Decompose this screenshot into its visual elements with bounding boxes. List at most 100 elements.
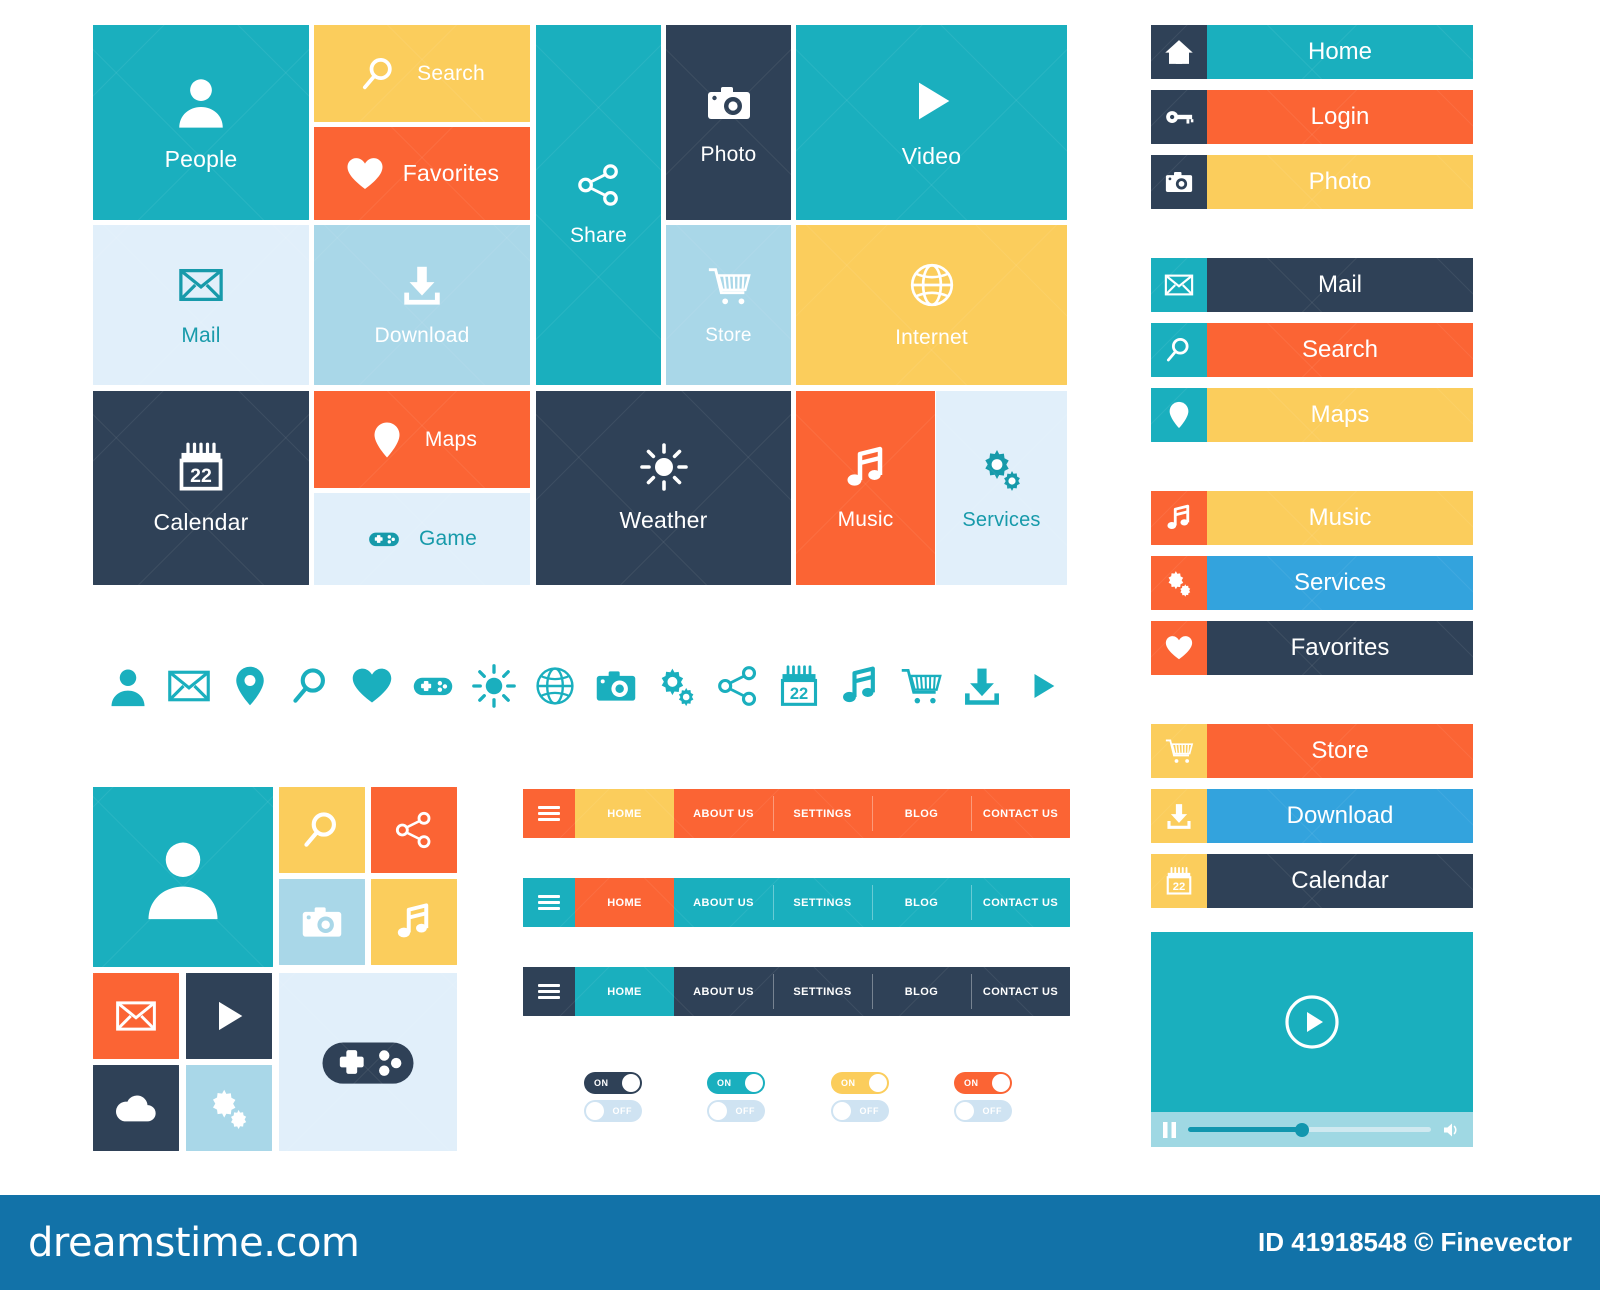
toggle-on[interactable]: ON — [707, 1072, 765, 1094]
video-screen[interactable] — [1151, 932, 1473, 1112]
sidebar-button-home[interactable]: Home — [1151, 25, 1473, 79]
nav-item-blog[interactable]: BLOG — [872, 967, 971, 1016]
sidebar-button-music[interactable]: Music — [1151, 491, 1473, 545]
sidebar-button-body: Login — [1207, 90, 1473, 144]
collage-tile-gamepad[interactable] — [279, 973, 457, 1151]
collage-tile-person[interactable] — [93, 787, 273, 967]
hamburger-menu-icon[interactable] — [523, 789, 575, 838]
tile-weather[interactable]: Weather — [536, 391, 791, 585]
pin-icon[interactable] — [217, 653, 282, 719]
collage-tile-play[interactable] — [186, 973, 272, 1059]
nav-item-about-us[interactable]: ABOUT US — [674, 878, 773, 927]
tile-internet[interactable]: Internet — [796, 225, 1067, 385]
collage-tile-cloud[interactable] — [93, 1065, 179, 1151]
tile-download[interactable]: Download — [314, 225, 530, 385]
sidebar-button-calendar[interactable]: 22 Calendar — [1151, 854, 1473, 908]
toggle-knob[interactable] — [622, 1074, 640, 1092]
cart-icon[interactable] — [888, 653, 953, 719]
toggle-off[interactable]: OFF — [954, 1100, 1012, 1122]
nav-item-blog[interactable]: BLOG — [872, 789, 971, 838]
video-controls[interactable] — [1151, 1112, 1473, 1147]
globe-icon[interactable] — [522, 653, 587, 719]
tile-music[interactable]: Music — [796, 391, 935, 585]
mail-icon[interactable] — [156, 653, 221, 719]
sun-icon[interactable] — [461, 653, 526, 719]
toggle-off[interactable]: OFF — [584, 1100, 642, 1122]
sidebar-button-store[interactable]: Store — [1151, 724, 1473, 778]
tile-people[interactable]: People — [93, 25, 309, 220]
video-player[interactable] — [1151, 932, 1473, 1147]
nav-item-contact-us[interactable]: CONTACT US — [971, 967, 1070, 1016]
tile-favorites[interactable]: Favorites — [314, 127, 530, 220]
search-icon[interactable] — [278, 653, 343, 719]
sidebar-button-download[interactable]: Download — [1151, 789, 1473, 843]
collage-tile-search[interactable] — [279, 787, 365, 873]
toggle-on[interactable]: ON — [831, 1072, 889, 1094]
camera-icon — [1151, 155, 1207, 209]
play-icon[interactable] — [1010, 653, 1075, 719]
hamburger-menu-icon[interactable] — [523, 967, 575, 1016]
nav-item-contact-us[interactable]: CONTACT US — [971, 878, 1070, 927]
mail-icon — [115, 995, 157, 1037]
sidebar-button-login[interactable]: Login — [1151, 90, 1473, 144]
share-icon[interactable] — [705, 653, 770, 719]
nav-item-settings[interactable]: SETTINGS — [773, 967, 872, 1016]
toggle-on[interactable]: ON — [954, 1072, 1012, 1094]
nav-item-home[interactable]: HOME — [575, 789, 674, 838]
toggle-on[interactable]: ON — [584, 1072, 642, 1094]
toggle-off-label: OFF — [612, 1106, 632, 1116]
nav-item-settings[interactable]: SETTINGS — [773, 789, 872, 838]
toggle-knob[interactable] — [709, 1102, 727, 1120]
nav-item-about-us[interactable]: ABOUT US — [674, 789, 773, 838]
toggle-knob[interactable] — [833, 1102, 851, 1120]
tile-share[interactable]: Share — [536, 25, 661, 385]
collage-tile-note[interactable] — [371, 879, 457, 965]
toggle-knob[interactable] — [745, 1074, 763, 1092]
video-progress-bar[interactable] — [1188, 1122, 1431, 1137]
tile-photo[interactable]: Photo — [666, 25, 791, 220]
nav-item-settings[interactable]: SETTINGS — [773, 878, 872, 927]
collage-tile-mail[interactable] — [93, 973, 179, 1059]
sidebar-button-favorites[interactable]: Favorites — [1151, 621, 1473, 675]
nav-item-blog[interactable]: BLOG — [872, 878, 971, 927]
tile-search[interactable]: Search — [314, 25, 530, 122]
toggle-knob[interactable] — [586, 1102, 604, 1120]
camera-icon[interactable] — [583, 653, 648, 719]
toggle-knob[interactable] — [956, 1102, 974, 1120]
volume-icon[interactable] — [1443, 1122, 1461, 1138]
pause-icon[interactable] — [1163, 1121, 1176, 1138]
nav-item-contact-us[interactable]: CONTACT US — [971, 789, 1070, 838]
play-circle-icon[interactable] — [1283, 993, 1341, 1051]
person-icon[interactable] — [95, 653, 160, 719]
sidebar-button-mail[interactable]: Mail — [1151, 258, 1473, 312]
heart-icon[interactable] — [339, 653, 404, 719]
tile-store[interactable]: Store — [666, 225, 791, 385]
hamburger-menu-icon[interactable] — [523, 878, 575, 927]
toggle-knob[interactable] — [869, 1074, 887, 1092]
nav-item-about-us[interactable]: ABOUT US — [674, 967, 773, 1016]
gears-icon[interactable] — [644, 653, 709, 719]
collage-tile-gears[interactable] — [186, 1065, 272, 1151]
tile-mail[interactable]: Mail — [93, 225, 309, 385]
calendar-icon[interactable]: 22 — [766, 653, 831, 719]
gamepad-icon[interactable] — [400, 653, 465, 719]
tile-calendar[interactable]: 22 Calendar — [93, 391, 309, 585]
tile-video[interactable]: Video — [796, 25, 1067, 220]
collage-tile-camera[interactable] — [279, 879, 365, 965]
collage-tile-share[interactable] — [371, 787, 457, 873]
nav-item-home[interactable]: HOME — [575, 967, 674, 1016]
toggle-knob[interactable] — [992, 1074, 1010, 1092]
note-icon[interactable] — [827, 653, 892, 719]
toggle-off[interactable]: OFF — [707, 1100, 765, 1122]
tile-services[interactable]: Services — [936, 391, 1067, 585]
sidebar-button-photo[interactable]: Photo — [1151, 155, 1473, 209]
toggle-off[interactable]: OFF — [831, 1100, 889, 1122]
nav-item-home[interactable]: HOME — [575, 878, 674, 927]
tile-maps[interactable]: Maps — [314, 391, 530, 488]
video-progress-handle[interactable] — [1295, 1122, 1310, 1137]
sidebar-button-services[interactable]: Services — [1151, 556, 1473, 610]
sidebar-button-maps[interactable]: Maps — [1151, 388, 1473, 442]
download-icon[interactable] — [949, 653, 1014, 719]
tile-game[interactable]: Game — [314, 493, 530, 585]
sidebar-button-search[interactable]: Search — [1151, 323, 1473, 377]
